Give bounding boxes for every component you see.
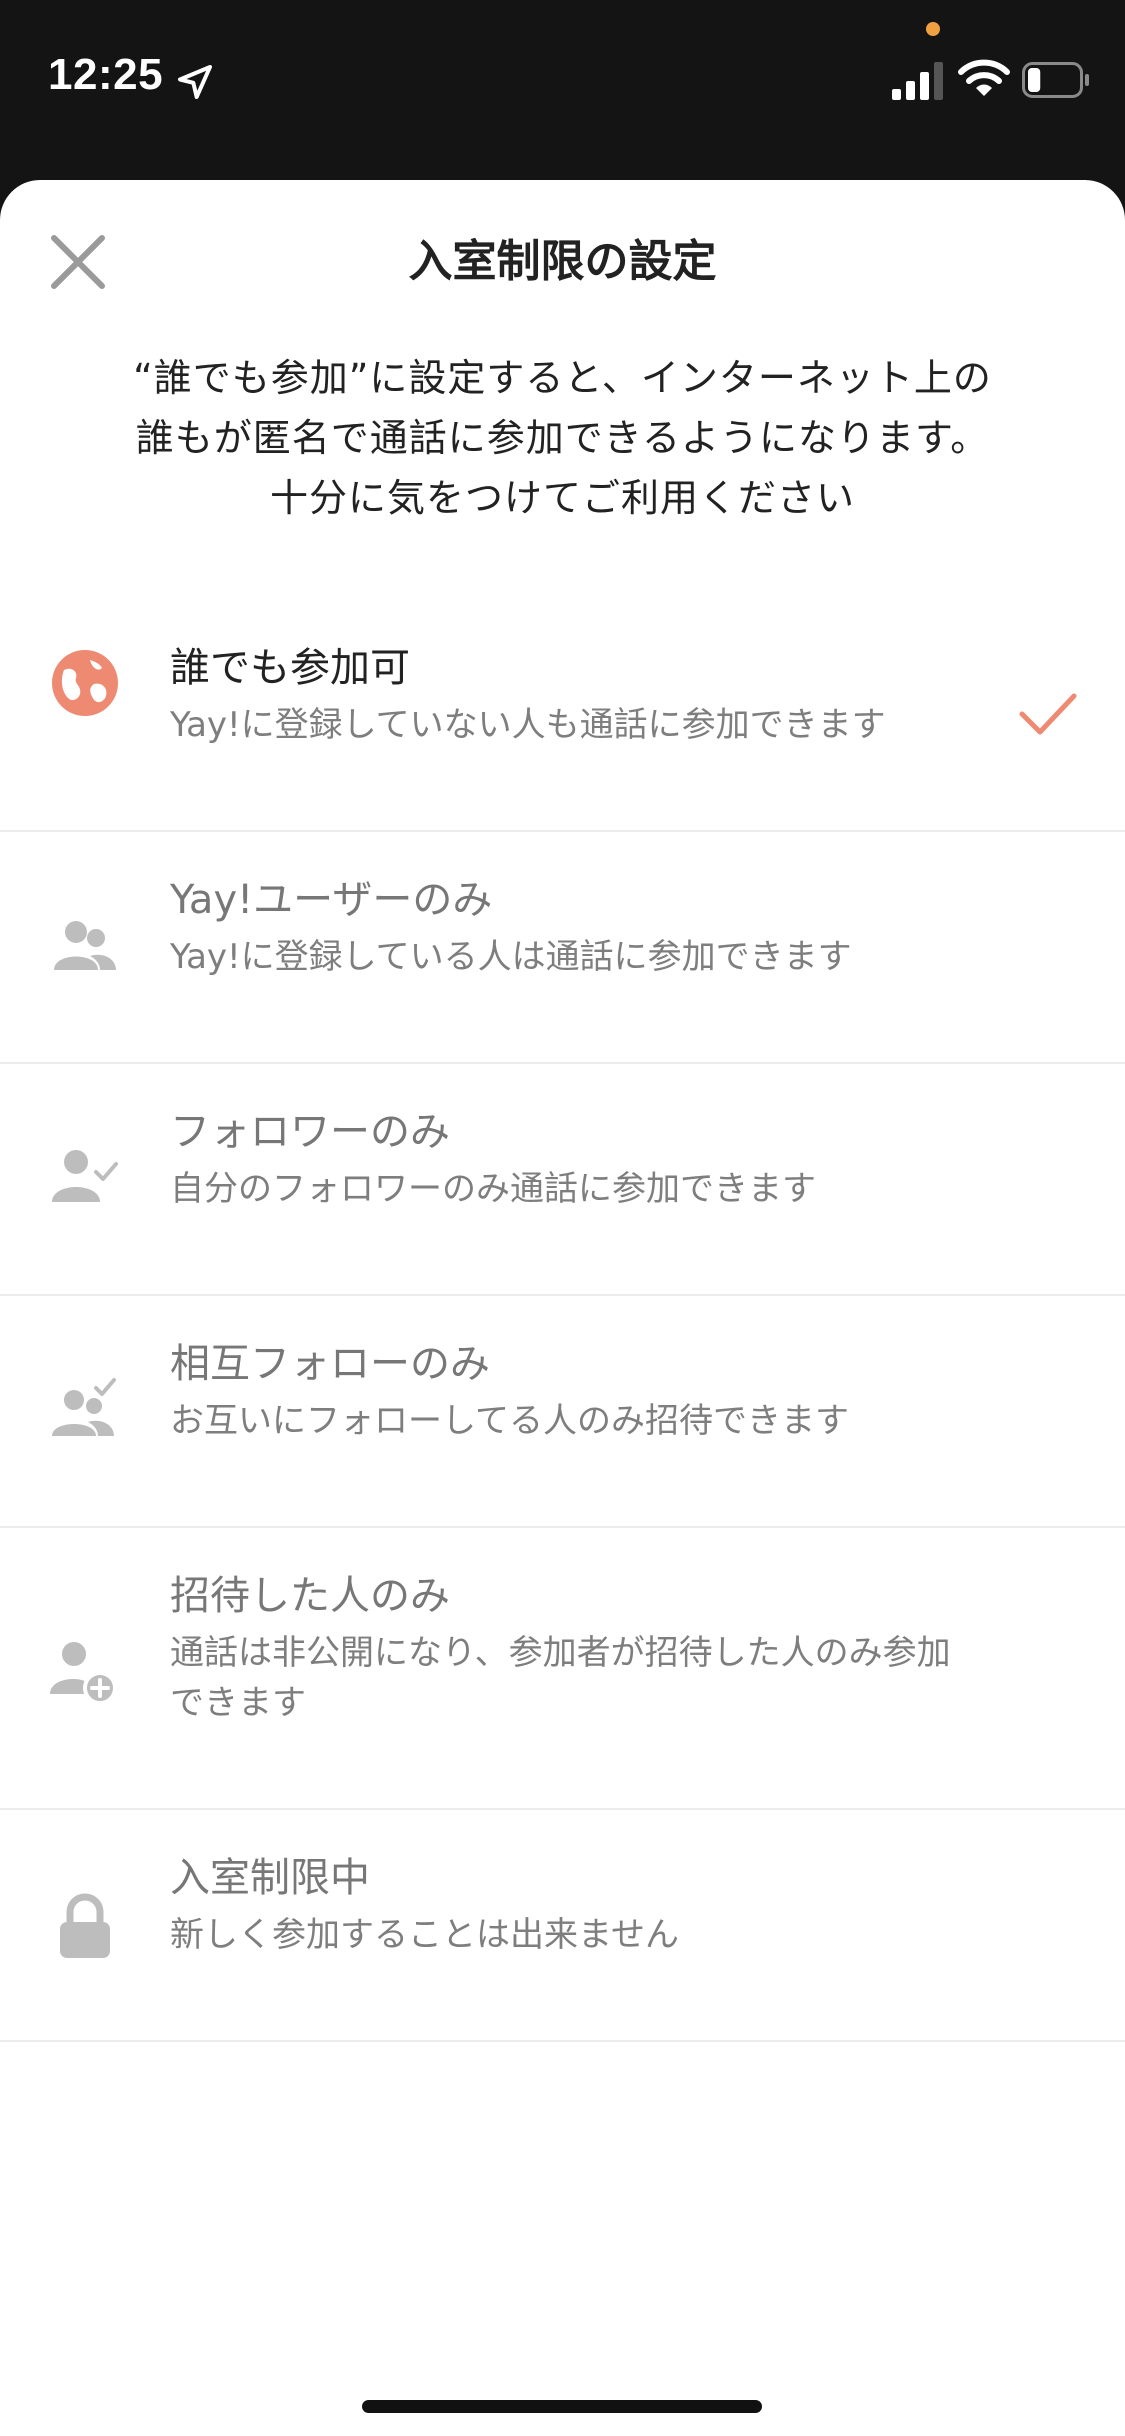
users-icon bbox=[54, 921, 116, 970]
location-arrow-icon bbox=[178, 65, 212, 99]
notice-line: 十分に気をつけてご利用ください bbox=[269, 476, 855, 520]
user-check-icon bbox=[52, 1150, 118, 1202]
option-title: 入室制限中 bbox=[170, 1855, 370, 1901]
notice-text: “誰でも参加”に設定すると、インターネット上の 誰もが匿名で通話に参加できるよう… bbox=[40, 348, 1085, 528]
wifi-icon bbox=[958, 59, 1010, 96]
status-time: 12:25 bbox=[48, 50, 164, 99]
globe-icon bbox=[52, 650, 118, 716]
option-followers[interactable]: フォロワーのみ 自分のフォロワーのみ通話に参加できます bbox=[0, 1064, 1125, 1296]
notice-line: “誰でも参加”に設定すると、インターネット上の bbox=[133, 356, 992, 400]
option-description: 通話は非公開になり、参加者が招待した人のみ参加できます bbox=[170, 1633, 951, 1723]
users-check-icon bbox=[52, 1378, 116, 1436]
status-bar: 12:25 bbox=[0, 0, 1125, 180]
notice-line: 誰もが匿名で通話に参加できるようになります。 bbox=[135, 416, 990, 460]
option-invited-only[interactable]: 招待した人のみ 通話は非公開になり、参加者が招待した人のみ参加できます bbox=[0, 1528, 1125, 1810]
sheet-title: 入室制限の設定 bbox=[408, 236, 717, 287]
cellular-signal-icon bbox=[892, 62, 943, 100]
option-title: Yay!ユーザーのみ bbox=[170, 877, 493, 923]
checkmark-icon bbox=[1019, 693, 1077, 735]
option-locked[interactable]: 入室制限中 新しく参加することは出来ません bbox=[0, 1810, 1125, 2042]
access-option-list: 誰でも参加可 Yay!に登録していない人も通話に参加できます Yay!ユーザーの… bbox=[0, 600, 1125, 2042]
option-title: 相互フォローのみ bbox=[170, 1341, 490, 1387]
option-title: 招待した人のみ bbox=[170, 1573, 450, 1619]
access-settings-sheet: 入室制限の設定 “誰でも参加”に設定すると、インターネット上の 誰もが匿名で通話… bbox=[0, 180, 1125, 2436]
privacy-indicator-dot bbox=[926, 22, 940, 36]
option-description: Yay!に登録している人は通話に参加できます bbox=[170, 937, 852, 977]
home-indicator[interactable] bbox=[362, 2400, 762, 2413]
option-description: 自分のフォロワーのみ通話に参加できます bbox=[170, 1169, 816, 1209]
option-mutual-follow[interactable]: 相互フォローのみ お互いにフォローしてる人のみ招待できます bbox=[0, 1296, 1125, 1528]
lock-icon bbox=[60, 1893, 110, 1958]
option-yay-users[interactable]: Yay!ユーザーのみ Yay!に登録している人は通話に参加できます bbox=[0, 832, 1125, 1064]
option-title: 誰でも参加可 bbox=[170, 645, 410, 691]
option-description: Yay!に登録していない人も通話に参加できます bbox=[170, 705, 886, 745]
option-anyone[interactable]: 誰でも参加可 Yay!に登録していない人も通話に参加できます bbox=[0, 600, 1125, 832]
user-plus-icon bbox=[50, 1642, 117, 1705]
battery-icon bbox=[1022, 62, 1089, 98]
option-description: 新しく参加することは出来ません bbox=[170, 1915, 679, 1955]
option-title: フォロワーのみ bbox=[170, 1109, 450, 1155]
option-description: お互いにフォローしてる人のみ招待できます bbox=[170, 1401, 849, 1441]
